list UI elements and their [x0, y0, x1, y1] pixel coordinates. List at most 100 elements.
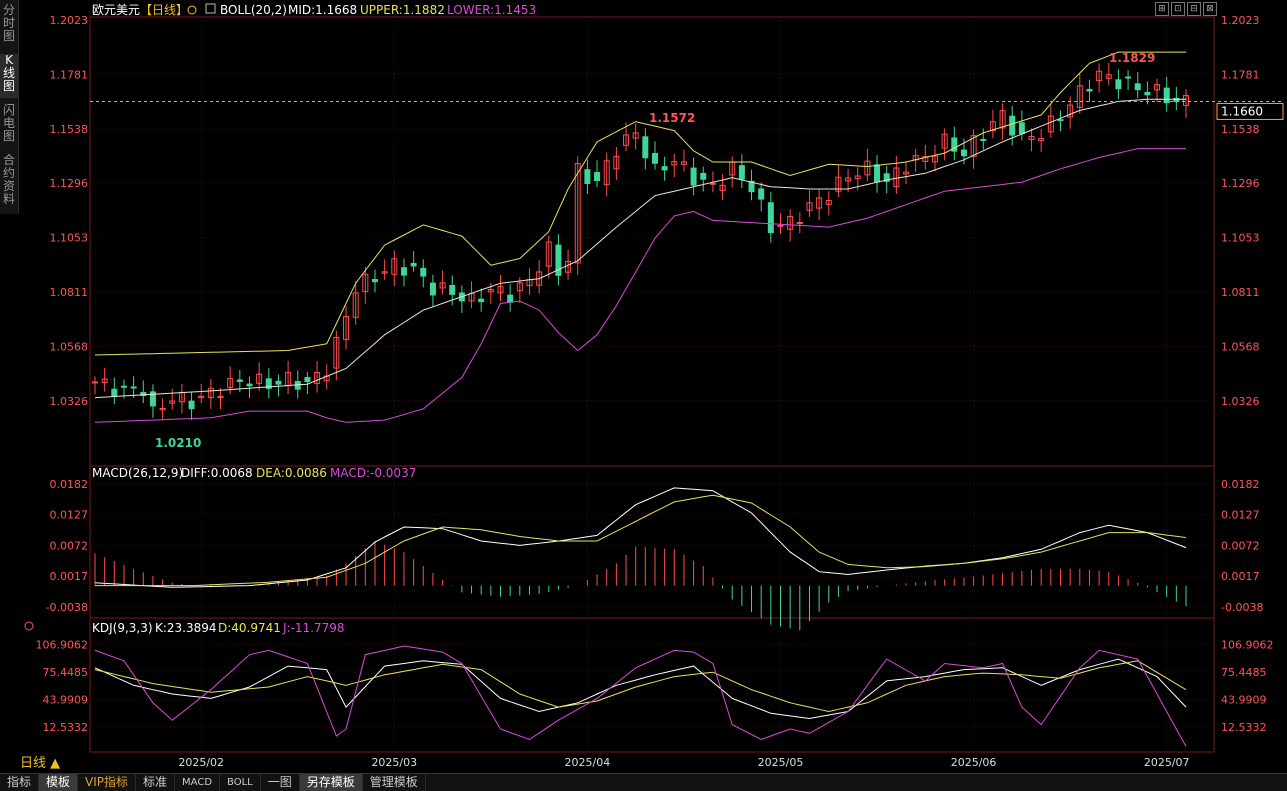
kdj-d: D:40.9741	[218, 621, 281, 635]
settings-icon[interactable]	[187, 5, 197, 15]
macd-tick-label-left: 0.0072	[50, 539, 89, 552]
boll-upper-line	[94, 51, 1186, 356]
pane-frames	[89, 16, 1215, 753]
price-tick-label-left: 1.1296	[50, 177, 89, 190]
tab-manage-template[interactable]: 管理模板	[363, 774, 426, 791]
candle	[980, 138, 987, 141]
boll-lower: LOWER:1.1453	[447, 3, 536, 17]
candle	[777, 224, 784, 227]
price-tick-label-right: 1.1296	[1221, 177, 1260, 190]
symbol-name: 欧元美元	[92, 3, 140, 17]
candle	[709, 182, 716, 185]
macd-label: MACD(26,12,9)	[92, 466, 183, 480]
price-tick-label-right: 1.1538	[1221, 123, 1260, 136]
candle	[188, 400, 195, 410]
kdj-tick-label-left: 43.9909	[43, 693, 89, 706]
macd-tick-label-right: 0.0127	[1221, 509, 1260, 522]
price-tick-label-right: 1.1781	[1221, 68, 1260, 81]
kdj-tick-label-left: 12.5332	[43, 721, 89, 734]
macd-tick-label-left: 0.0127	[50, 509, 89, 522]
mid-high-price-label: 1.1572	[649, 111, 695, 125]
candle	[449, 284, 456, 295]
candle	[120, 385, 127, 388]
candle	[594, 172, 601, 182]
candle	[429, 282, 436, 296]
candle	[371, 279, 378, 283]
candle	[960, 149, 967, 157]
price-tick-label-left: 1.1053	[50, 232, 89, 245]
tab-vip-indicators[interactable]: VIP指标	[78, 774, 137, 791]
candle	[478, 298, 485, 303]
bottom-tabs: 指标 模板 VIP指标 标准 MACD BOLL 一图 另存模板 管理模板	[0, 773, 1287, 791]
macd-value: MACD:-0.0037	[330, 466, 416, 480]
candle	[130, 386, 137, 389]
candle	[304, 377, 311, 383]
candle	[584, 169, 591, 184]
price-tick-label-left: 1.2023	[50, 14, 89, 27]
tab-boll[interactable]: BOLL	[220, 774, 261, 791]
candle	[1018, 122, 1025, 134]
candle	[236, 379, 243, 382]
chart-toolbar: ⊞ ⊡ ⊟ ⊠	[1155, 2, 1217, 16]
candle	[246, 383, 253, 387]
price-tick-label-left: 1.0811	[50, 286, 89, 299]
candle	[690, 167, 697, 186]
kdj-d-line	[94, 660, 1187, 713]
candle	[1009, 115, 1016, 136]
zoom-out-icon[interactable]: ⊟	[1187, 2, 1201, 16]
crosshair-icon[interactable]: ⊞	[1155, 2, 1169, 16]
price-tick-label-left: 1.0326	[50, 395, 89, 408]
macd-tick-label-right: 0.0017	[1221, 570, 1260, 583]
boll-icon[interactable]	[205, 3, 216, 14]
candles	[92, 62, 1189, 421]
pane-border	[89, 617, 1215, 753]
candle	[758, 188, 765, 200]
candle	[767, 202, 774, 234]
tab-indicators[interactable]: 指标	[0, 774, 40, 791]
price-tick-label-right: 1.0811	[1221, 286, 1260, 299]
x-tick-label: 2025/07	[1144, 756, 1190, 769]
candle	[275, 380, 282, 385]
x-tick-label: 2025/03	[371, 756, 417, 769]
tab-one-chart[interactable]: 一图	[261, 774, 300, 791]
kdj-tick-label-left: 75.4485	[43, 666, 89, 679]
kdj-tick-label-right: 106.9062	[1221, 638, 1274, 651]
x-tick-label: 2025/04	[565, 756, 611, 769]
boll-mid: MID:1.1668	[288, 3, 357, 17]
tab-standard[interactable]: 标准	[136, 774, 176, 791]
kdj-label: KDJ(9,3,3)	[92, 621, 153, 635]
macd-header: MACD(26,12,9) DIFF:0.0068 DEA:0.0086 MAC…	[92, 466, 416, 480]
boll-upper: UPPER:1.1882	[360, 3, 445, 17]
boll-label: BOLL(20,2)	[220, 3, 287, 17]
x-tick-label: 2025/02	[178, 756, 224, 769]
layout-icon[interactable]: ⊠	[1203, 2, 1217, 16]
period-tag: 【日线】	[140, 3, 188, 17]
tab-templates[interactable]: 模板	[39, 774, 79, 791]
candle	[651, 153, 658, 164]
macd-tick-label-left: -0.0038	[46, 601, 88, 614]
candle	[1163, 87, 1170, 104]
main-header: 欧元美元 【日线】 BOLL(20,2) MID:1.1668 UPPER:1.…	[92, 3, 536, 17]
grid: 1.2023 1.2023 1.1781 1.1781 1.1538 1.1538 1.12…	[36, 14, 1274, 769]
kdj-settings-icon[interactable]	[24, 621, 34, 631]
kdj-k: K:23.3894	[155, 621, 217, 635]
price-tick-label-right: 1.1053	[1221, 232, 1260, 245]
tab-save-template[interactable]: 另存模板	[299, 774, 363, 791]
candle	[874, 164, 881, 183]
low-price-label: 1.0210	[155, 436, 201, 450]
period-button[interactable]: 日线 ▲	[20, 755, 80, 772]
candle	[1115, 79, 1122, 90]
macd-tick-label-right: -0.0038	[1221, 601, 1263, 614]
candle	[1086, 88, 1093, 92]
macd-tick-label-right: 0.0072	[1221, 539, 1260, 552]
price-tick-label-right: 1.0568	[1221, 340, 1260, 353]
last-price-label: 1.1660	[1221, 104, 1263, 118]
candle	[796, 221, 803, 224]
chart-canvas[interactable]: 欧元美元 【日线】 BOLL(20,2) MID:1.1668 UPPER:1.…	[0, 0, 1287, 790]
candle	[92, 381, 98, 384]
zoom-in-icon[interactable]: ⊡	[1171, 2, 1185, 16]
tab-macd[interactable]: MACD	[175, 774, 221, 791]
price-tick-label-right: 1.2023	[1221, 14, 1260, 27]
x-tick-label: 2025/06	[951, 756, 997, 769]
price-tick-label-right: 1.0326	[1221, 395, 1260, 408]
